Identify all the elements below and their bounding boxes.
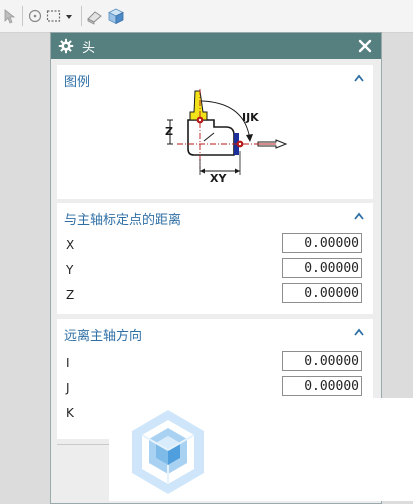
distance-section-title: 与主轴标定点的距离 xyxy=(64,213,182,228)
x-label: X xyxy=(66,238,75,252)
z-label: Z xyxy=(66,288,75,302)
z-row: Z xyxy=(57,282,373,307)
distance-section: 与主轴标定点的距离 X Y Z xyxy=(57,203,373,314)
rectangle-select-icon[interactable] xyxy=(45,7,63,25)
i-row: I xyxy=(57,350,373,375)
toolbar-separator xyxy=(81,6,82,26)
cube-logo-icon xyxy=(132,410,204,494)
direction-section-title: 远离主轴方向 xyxy=(64,329,143,344)
cube-icon[interactable] xyxy=(107,7,125,25)
j-label: J xyxy=(66,381,70,395)
toolbar-separator xyxy=(22,6,23,26)
i-input[interactable] xyxy=(282,351,362,371)
k-label: K xyxy=(66,406,74,420)
distance-section-header[interactable]: 与主轴标定点的距离 xyxy=(57,203,373,229)
x-row: X xyxy=(57,232,373,257)
dropdown-arrow-icon[interactable] xyxy=(64,7,74,25)
chevron-up-icon[interactable] xyxy=(354,74,364,82)
circle-dot-icon[interactable] xyxy=(26,7,44,25)
legend-section-header[interactable]: 图例 xyxy=(57,65,373,91)
chevron-up-icon[interactable] xyxy=(354,328,364,336)
toolbar xyxy=(0,0,413,33)
i-label: I xyxy=(66,356,70,370)
legend-section-title: 图例 xyxy=(64,75,91,90)
z-label: Z xyxy=(165,125,173,138)
head-body-shape xyxy=(187,119,235,156)
y-row: Y xyxy=(57,257,373,282)
head-diagram: Z XY IJK xyxy=(165,89,288,185)
y-label: Y xyxy=(66,263,74,277)
chevron-up-icon[interactable] xyxy=(354,212,364,220)
xy-label: XY xyxy=(210,172,227,185)
dialog-title: 头 xyxy=(82,41,96,56)
z-input[interactable] xyxy=(282,283,362,303)
j-input[interactable] xyxy=(282,376,362,396)
close-icon[interactable] xyxy=(357,38,373,54)
ijk-label: IJK xyxy=(242,111,259,124)
dialog-titlebar[interactable]: 头 xyxy=(51,33,381,59)
y-input[interactable] xyxy=(282,258,362,278)
gear-icon xyxy=(58,38,74,54)
j-row: J xyxy=(57,375,373,400)
eraser-icon[interactable] xyxy=(86,7,104,25)
legend-section: 图例 Z XY IJK xyxy=(57,65,373,199)
select-filter-icon[interactable] xyxy=(2,7,20,25)
x-input[interactable] xyxy=(282,233,362,253)
tool-shape xyxy=(189,90,208,121)
direction-section-header[interactable]: 远离主轴方向 xyxy=(57,319,373,345)
